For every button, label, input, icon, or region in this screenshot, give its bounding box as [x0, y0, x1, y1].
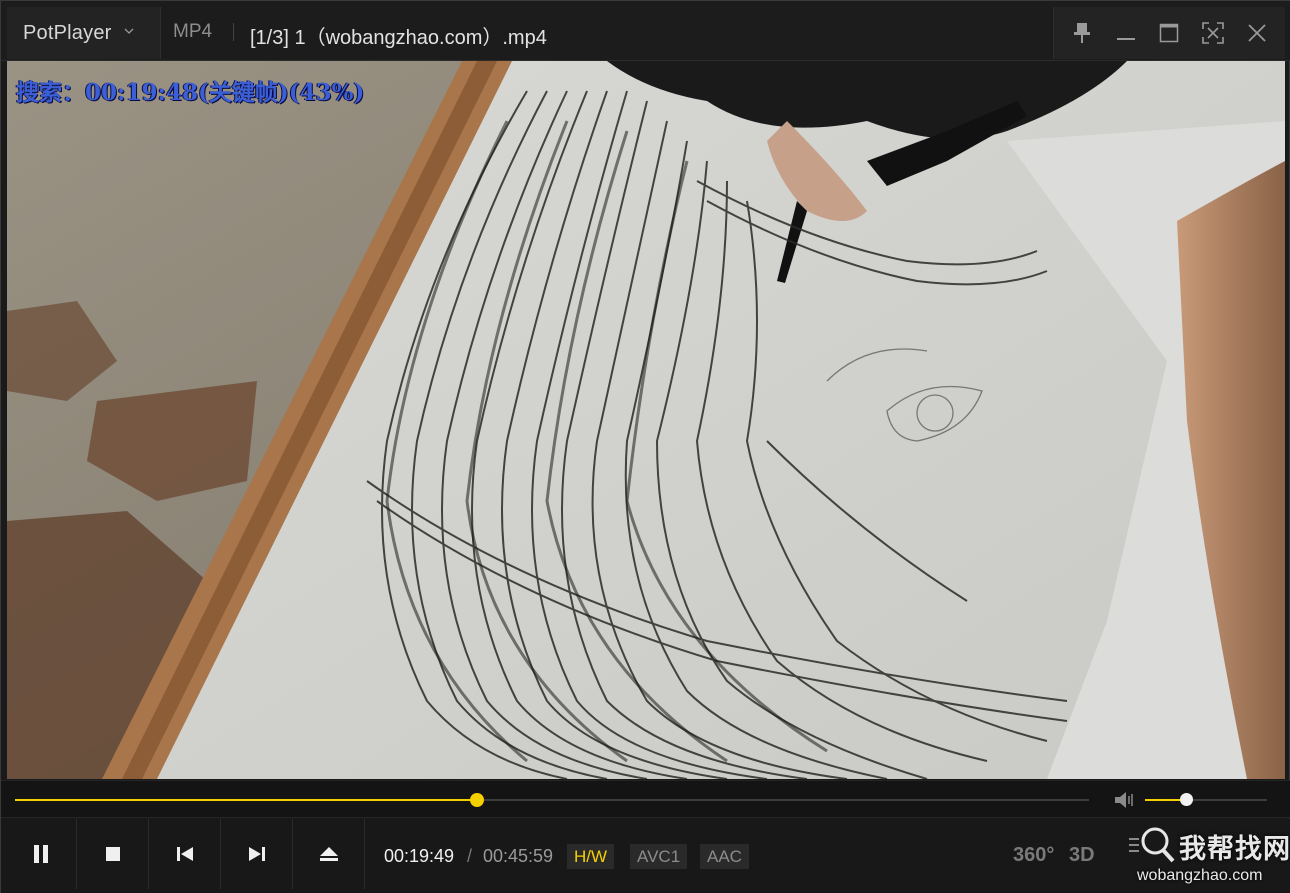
eject-icon [319, 847, 338, 861]
file-title: [1/3] 1（wobangzhao.com）.mp4 [250, 27, 547, 49]
3d-button[interactable]: 3D [1069, 833, 1095, 877]
fullscreen-icon [1202, 22, 1225, 44]
seek-bar-area [1, 780, 1290, 818]
stop-button[interactable] [77, 819, 149, 889]
volume-icon[interactable] [1113, 790, 1137, 810]
volume-handle[interactable] [1180, 793, 1194, 806]
video-codec-badge[interactable]: AVC1 [630, 844, 688, 869]
seek-bar-progress [15, 799, 477, 801]
seek-bar-handle[interactable] [469, 793, 484, 807]
close-button[interactable] [1242, 18, 1272, 48]
minimize-button[interactable] [1111, 18, 1141, 48]
audio-codec-badge[interactable]: AAC [700, 844, 749, 869]
skip-next-icon [248, 847, 265, 861]
format-label: MP4 [173, 21, 213, 42]
video-frame[interactable]: 搜索：00:19:48(关键帧)(43%) [7, 61, 1285, 779]
time-separator: / [467, 846, 473, 866]
pin-button[interactable] [1067, 18, 1097, 48]
stop-icon [105, 847, 120, 861]
skip-previous-icon [176, 847, 193, 861]
minimize-icon [1116, 38, 1135, 40]
app-menu-button[interactable]: PotPlayer [7, 7, 161, 59]
previous-button[interactable] [149, 819, 221, 889]
fullscreen-button[interactable] [1198, 18, 1228, 48]
hw-decoder-badge[interactable]: H/W [567, 844, 615, 869]
control-bar: 00:19:49 / 00:45:59 H/W AVC1 AAC 360° 3D [1, 819, 1290, 893]
close-icon [1248, 24, 1266, 42]
osd-seek-message: 搜索：00:19:48(关键帧)(43%) [16, 79, 365, 106]
watermark-url: wobangzhao.com [1137, 867, 1263, 884]
watermark-title: 我帮找网 [1179, 834, 1290, 864]
volume-slider[interactable] [1145, 793, 1267, 806]
video-image [7, 61, 1285, 779]
current-time[interactable]: 00:19:49 [384, 846, 454, 867]
title-bar: PotPlayer MP4 [1/3] 1（wobangzhao.com）.mp… [1, 1, 1290, 61]
maximize-button[interactable] [1154, 18, 1184, 48]
chevron-down-icon [124, 28, 133, 34]
magnifier-icon [1129, 827, 1175, 863]
vr-360-button[interactable]: 360° [1013, 833, 1054, 877]
maximize-icon [1160, 23, 1179, 43]
potplayer-window: PotPlayer MP4 [1/3] 1（wobangzhao.com）.mp… [0, 0, 1290, 893]
total-time[interactable]: 00:45:59 [483, 846, 553, 867]
app-name: PotPlayer [23, 21, 112, 44]
window-controls [1053, 7, 1285, 59]
pin-icon [1073, 23, 1090, 43]
pause-icon [33, 845, 48, 863]
divider [233, 23, 234, 41]
pause-button[interactable] [5, 819, 77, 889]
next-button[interactable] [221, 819, 293, 889]
open-file-button[interactable] [293, 819, 365, 889]
watermark: 我帮找网 wobangzhao.com [1121, 823, 1290, 891]
seek-bar[interactable] [15, 793, 1089, 807]
